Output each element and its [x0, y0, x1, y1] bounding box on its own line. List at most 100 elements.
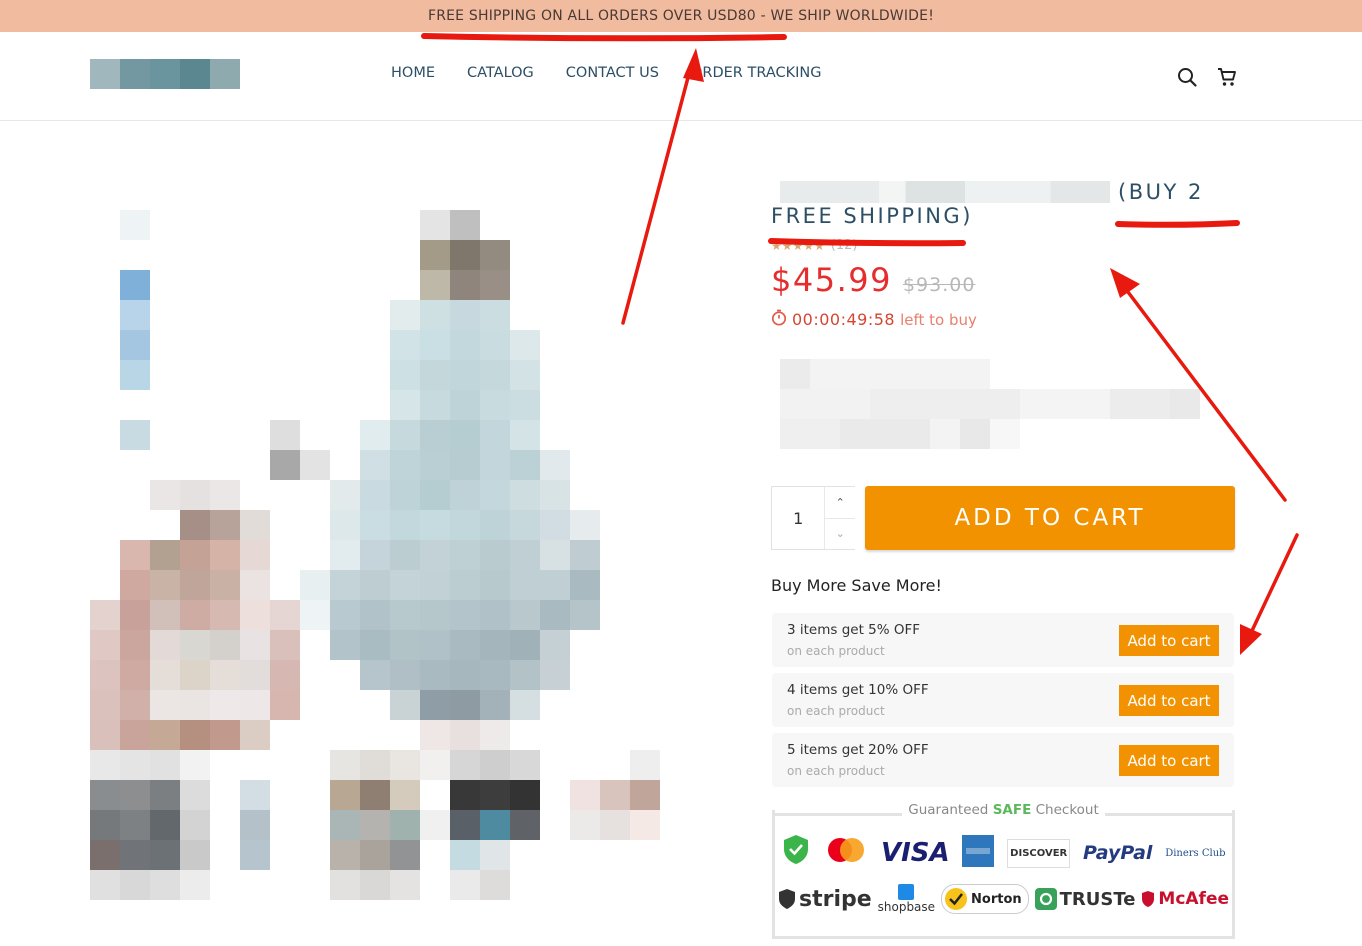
image-pixel: [270, 600, 300, 630]
compare-price: $93.00: [902, 274, 976, 296]
image-pixel: [420, 720, 450, 750]
image-pixel: [420, 750, 450, 780]
offer-add-to-cart-button[interactable]: Add to cart: [1119, 625, 1219, 656]
add-to-cart-button[interactable]: ADD TO CART: [865, 486, 1235, 550]
image-pixel: [540, 510, 570, 540]
image-pixel: [240, 630, 270, 660]
image-pixel: [90, 690, 120, 720]
image-pixel: [390, 630, 420, 660]
image-pixel: [390, 360, 420, 390]
image-pixel: [180, 660, 210, 690]
image-pixel: [420, 630, 450, 660]
discover-icon: DISCOVER: [1007, 838, 1071, 868]
quantity-input[interactable]: 1: [772, 487, 826, 549]
stripe-icon: stripe: [778, 887, 872, 912]
nav-home[interactable]: HOME: [391, 65, 435, 81]
image-pixel: [270, 660, 300, 690]
image-pixel: [120, 690, 150, 720]
offer-subtitle: on each product: [787, 764, 885, 778]
image-pixel: [270, 450, 300, 480]
nav-catalog[interactable]: CATALOG: [467, 65, 534, 81]
image-pixel: [390, 300, 420, 330]
image-pixel: [210, 480, 240, 510]
image-pixel: [420, 510, 450, 540]
image-pixel: [480, 510, 510, 540]
image-pixel: [450, 870, 480, 900]
image-pixel: [420, 240, 450, 270]
product-image[interactable]: [90, 180, 660, 900]
image-pixel: [90, 720, 120, 750]
image-pixel: [390, 840, 420, 870]
image-pixel: [120, 750, 150, 780]
image-pixel: [510, 360, 540, 390]
image-pixel: [450, 630, 480, 660]
product-title: (BUY 2 FREE SHIPPING): [771, 180, 1241, 228]
announcement-bar: FREE SHIPPING ON ALL ORDERS OVER USD80 -…: [0, 0, 1362, 32]
image-pixel: [420, 570, 450, 600]
image-pixel: [390, 690, 420, 720]
nav-contact-us[interactable]: CONTACT US: [566, 65, 659, 81]
image-pixel: [510, 810, 540, 840]
image-pixel: [120, 870, 150, 900]
image-pixel: [540, 480, 570, 510]
image-pixel: [330, 480, 360, 510]
image-pixel: [180, 570, 210, 600]
image-pixel: [180, 810, 210, 840]
offer-title: 4 items get 10% OFF: [787, 682, 929, 698]
image-pixel: [300, 600, 330, 630]
image-pixel: [390, 780, 420, 810]
image-pixel: [180, 630, 210, 660]
image-pixel: [360, 840, 390, 870]
image-pixel: [600, 810, 630, 840]
image-pixel: [390, 750, 420, 780]
rating[interactable]: ★★★★★ (12): [771, 238, 1241, 253]
image-pixel: [120, 780, 150, 810]
image-pixel: [480, 240, 510, 270]
shopbase-icon: shopbase: [878, 884, 935, 914]
countdown-label: left to buy: [900, 310, 977, 329]
image-pixel: [180, 480, 210, 510]
image-pixel: [450, 300, 480, 330]
nav-order-tracking[interactable]: ORDER TRACKING: [691, 65, 822, 81]
image-pixel: [450, 330, 480, 360]
truste-icon: TRUSTe: [1034, 888, 1135, 910]
store-logo[interactable]: [90, 59, 240, 89]
image-pixel: [450, 720, 480, 750]
image-pixel: [510, 390, 540, 420]
image-pixel: [90, 780, 120, 810]
image-pixel: [510, 780, 540, 810]
chevron-up-icon[interactable]: ⌃: [825, 487, 855, 518]
image-pixel: [480, 870, 510, 900]
image-pixel: [150, 540, 180, 570]
image-pixel: [180, 780, 210, 810]
image-pixel: [120, 840, 150, 870]
image-pixel: [390, 510, 420, 540]
chevron-down-icon[interactable]: ⌄: [825, 517, 855, 550]
image-pixel: [180, 720, 210, 750]
image-pixel: [90, 660, 120, 690]
image-pixel: [450, 540, 480, 570]
offer-add-to-cart-button[interactable]: Add to cart: [1119, 745, 1219, 776]
image-pixel: [240, 720, 270, 750]
image-pixel: [390, 420, 420, 450]
announcement-text: FREE SHIPPING ON ALL ORDERS OVER USD80 -…: [427, 8, 935, 24]
image-pixel: [480, 390, 510, 420]
image-pixel: [210, 690, 240, 720]
image-pixel: [510, 570, 540, 600]
image-pixel: [450, 240, 480, 270]
payment-badges-box: VISA DISCOVER PayPal Diners Club stripe …: [772, 810, 1235, 939]
image-pixel: [450, 810, 480, 840]
image-pixel: [150, 720, 180, 750]
offer-row: 4 items get 10% OFF on each product Add …: [772, 673, 1234, 727]
image-pixel: [390, 330, 420, 360]
search-icon[interactable]: [1176, 66, 1198, 88]
image-pixel: [120, 630, 150, 660]
offer-add-to-cart-button[interactable]: Add to cart: [1119, 685, 1219, 716]
image-pixel: [360, 780, 390, 810]
image-pixel: [180, 510, 210, 540]
image-pixel: [450, 570, 480, 600]
offer-subtitle: on each product: [787, 704, 885, 718]
image-pixel: [120, 300, 150, 330]
cart-icon[interactable]: [1216, 66, 1238, 88]
image-pixel: [330, 840, 360, 870]
